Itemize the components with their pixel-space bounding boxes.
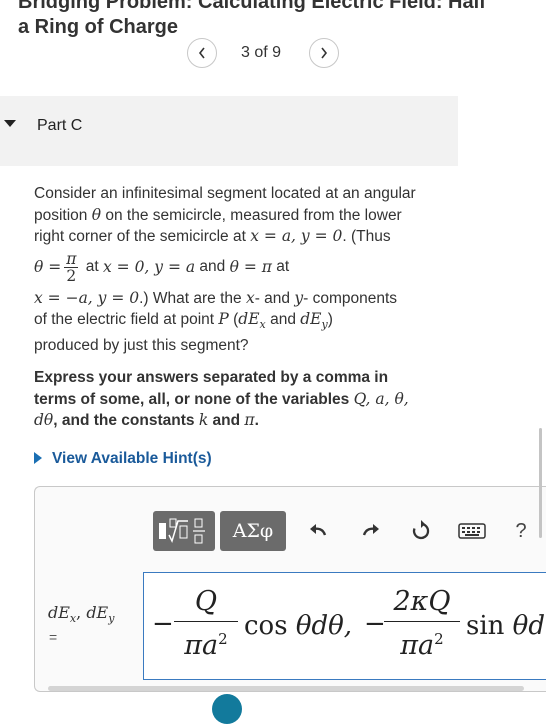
triangle-right-icon bbox=[34, 452, 42, 464]
greek-symbols-button[interactable]: ΑΣφ bbox=[220, 511, 286, 551]
reset-icon bbox=[412, 520, 430, 540]
page-counter: 3 of 9 bbox=[241, 44, 282, 61]
title-line-2: a Ring of Charge bbox=[18, 16, 179, 38]
redo-icon bbox=[362, 524, 379, 536]
sin-term: sin θd bbox=[466, 611, 545, 641]
help-button[interactable]: ? bbox=[508, 518, 534, 544]
view-hints-link[interactable]: View Available Hint(s) bbox=[34, 450, 212, 468]
question-line: θ = π2 at x = 0, y = a and θ = π at bbox=[34, 250, 290, 285]
keyboard-button[interactable] bbox=[457, 518, 487, 544]
cos-term: cos θdθ, bbox=[244, 611, 353, 641]
question-line: x = −a, y = 0.) What are the x- and y- c… bbox=[34, 288, 398, 307]
caret-down-icon[interactable] bbox=[4, 120, 16, 128]
horizontal-scrollbar[interactable] bbox=[48, 686, 524, 691]
next-button[interactable] bbox=[309, 38, 339, 68]
equals-sign: = bbox=[49, 629, 58, 645]
question-line: right corner of the semicircle at x = a,… bbox=[34, 227, 391, 245]
part-label: Part C bbox=[37, 117, 83, 134]
answer-instructions: Express your answers separated by a comm… bbox=[34, 369, 409, 429]
question-line: produced by just this segment? bbox=[34, 336, 249, 354]
keyboard-icon bbox=[458, 523, 486, 539]
fraction-2kq-over-pi-a2: 2κQ πa2 bbox=[384, 585, 460, 663]
fraction-q-over-pi-a2: Q πa2 bbox=[174, 585, 238, 663]
undo-icon bbox=[310, 524, 327, 536]
chevron-right-icon bbox=[321, 47, 328, 59]
undo-button[interactable] bbox=[305, 518, 331, 544]
pi-over-2-fraction: π2 bbox=[64, 250, 79, 285]
question-line: of the electric field at point P (dEx an… bbox=[34, 310, 333, 332]
submit-button-partial[interactable] bbox=[212, 694, 242, 724]
math-templates-icon bbox=[159, 518, 205, 544]
reset-button[interactable] bbox=[408, 518, 434, 544]
answer-input[interactable]: − Q πa2 cos θdθ, − 2κQ πa2 sin θd bbox=[143, 572, 546, 680]
minus-sign: − bbox=[152, 609, 174, 639]
math-templates-button[interactable] bbox=[153, 511, 215, 551]
prev-button[interactable] bbox=[187, 38, 217, 68]
chevron-left-icon bbox=[198, 47, 205, 59]
answer-variable-label: dEx, dEy bbox=[48, 603, 115, 626]
question-line: Consider an infinitesimal segment locate… bbox=[34, 185, 416, 202]
page-title: Bridging Problem: Calculating Electric F… bbox=[18, 0, 538, 40]
question-line: position θ on the semicircle, measured f… bbox=[34, 205, 402, 224]
vertical-scrollbar[interactable] bbox=[539, 428, 542, 538]
title-line-1: Bridging Problem: Calculating Electric F… bbox=[18, 0, 486, 13]
minus-sign: − bbox=[364, 609, 386, 639]
question-text: Consider an infinitesimal segment locate… bbox=[34, 184, 464, 356]
redo-button[interactable] bbox=[358, 518, 384, 544]
